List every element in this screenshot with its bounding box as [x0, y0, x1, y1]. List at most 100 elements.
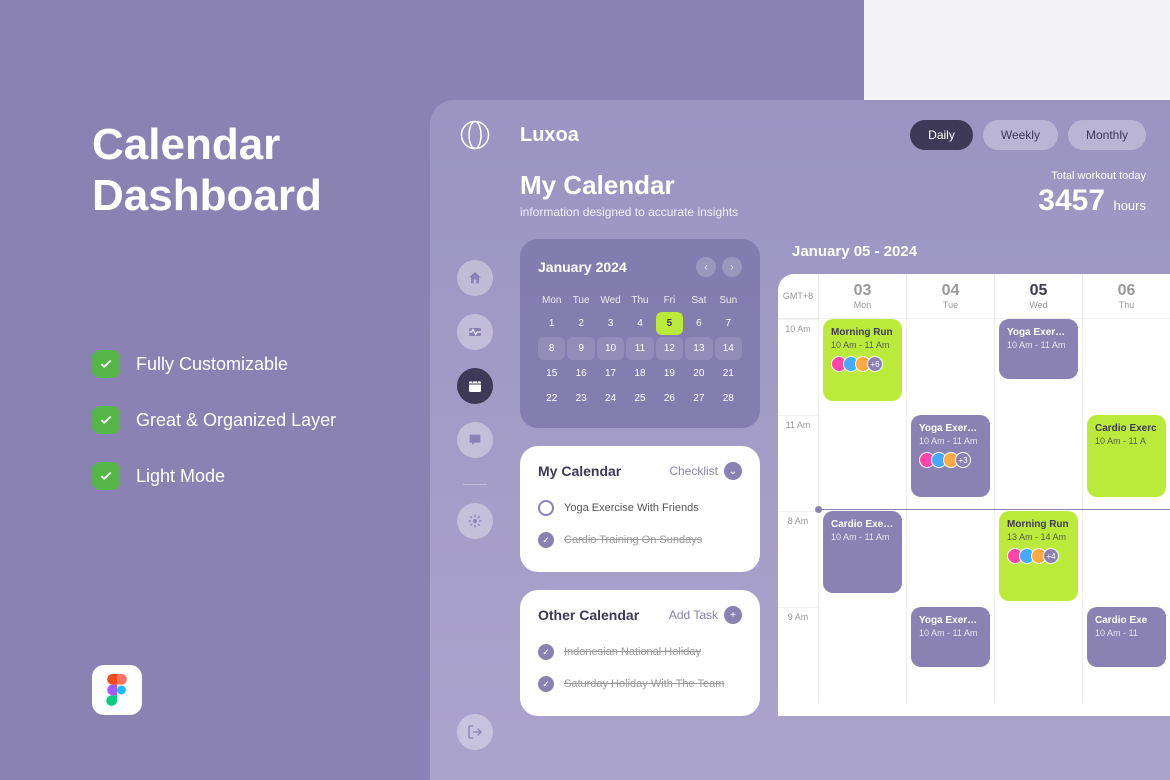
nav-home[interactable] — [457, 260, 493, 296]
sidebar — [430, 100, 520, 780]
calendar-day[interactable]: 28 — [715, 387, 742, 410]
dow-label: Thu — [626, 291, 653, 310]
event-card[interactable]: Cardio Exerc10 Am - 11 A — [1087, 415, 1166, 497]
promo-title: CalendarDashboard — [92, 120, 412, 221]
task-label: Yoga Exercise With Friends — [564, 502, 699, 514]
event-column: Yoga Exerci...10 Am - 11 Am Morning Run13… — [994, 319, 1082, 703]
calendar-day[interactable]: 11 — [626, 337, 653, 360]
calendar-day[interactable]: 22 — [538, 387, 565, 410]
nav-chat[interactable] — [457, 422, 493, 458]
tab-daily[interactable]: Daily — [910, 120, 973, 150]
calendar-day[interactable]: 12 — [656, 337, 683, 360]
other-calendar-card: Other Calendar Add Task + Indonesian Nat… — [520, 590, 760, 716]
event-card[interactable]: Morning Run13 Am - 14 Am+4 — [999, 511, 1078, 601]
feature-item: Light Mode — [92, 462, 336, 490]
day-header[interactable]: 04Tue — [906, 274, 994, 318]
task-item[interactable]: Cardio Training On Sundays — [538, 524, 742, 556]
calendar-day[interactable]: 4 — [626, 312, 653, 335]
event-card[interactable]: Yoga Exerci...10 Am - 11 Am+3 — [911, 415, 990, 497]
check-icon — [92, 462, 120, 490]
schedule-title: January 05 - 2024 — [778, 239, 1170, 274]
event-card[interactable]: Cardio Exerci...10 Am - 11 Am — [823, 511, 902, 593]
prev-month-button[interactable]: ‹ — [696, 257, 716, 277]
dow-label: Mon — [538, 291, 565, 310]
calendar-day[interactable]: 3 — [597, 312, 624, 335]
event-card[interactable]: Cardio Exe10 Am - 11 — [1087, 607, 1166, 667]
calendar-day[interactable]: 2 — [567, 312, 594, 335]
event-column: Morning Run10 Am - 11 Am+6 Cardio Exerci.… — [818, 319, 906, 703]
calendar-day[interactable]: 17 — [597, 362, 624, 385]
card-title: My Calendar — [538, 463, 621, 479]
feature-item: Great & Organized Layer — [92, 406, 336, 434]
schedule-panel: January 05 - 2024 GMT+8 03Mon04Tue05Wed0… — [778, 239, 1170, 716]
calendar-day[interactable]: 1 — [538, 312, 565, 335]
add-task-button[interactable]: Add Task + — [669, 606, 742, 624]
calendar-day[interactable]: 7 — [715, 312, 742, 335]
day-header[interactable]: 06Thu — [1082, 274, 1170, 318]
day-header[interactable]: 03Mon — [818, 274, 906, 318]
dow-label: Wed — [597, 291, 624, 310]
calendar-day[interactable]: 9 — [567, 337, 594, 360]
calendar-day[interactable]: 15 — [538, 362, 565, 385]
task-item[interactable]: Yoga Exercise With Friends — [538, 492, 742, 524]
calendar-day[interactable]: 18 — [626, 362, 653, 385]
calendar-day[interactable]: 21 — [715, 362, 742, 385]
task-label: Cardio Training On Sundays — [564, 534, 702, 546]
checklist-button[interactable]: Checklist ⌄ — [669, 462, 742, 480]
calendar-day[interactable]: 5 — [656, 312, 683, 335]
tab-weekly[interactable]: Weekly — [983, 120, 1058, 150]
task-label: Saturday Holiday With The Team — [564, 678, 724, 690]
promo-section: CalendarDashboard — [92, 120, 412, 221]
calendar-day[interactable]: 24 — [597, 387, 624, 410]
dow-label: Fri — [656, 291, 683, 310]
event-column: Cardio Exerc10 Am - 11 A Cardio Exe10 Am … — [1082, 319, 1170, 703]
calendar-day[interactable]: 25 — [626, 387, 653, 410]
calendar-day[interactable]: 23 — [567, 387, 594, 410]
figma-badge — [92, 665, 142, 715]
card-title: Other Calendar — [538, 607, 639, 623]
nav-logout[interactable] — [457, 714, 493, 750]
next-month-button[interactable]: › — [722, 257, 742, 277]
calendar-day[interactable]: 14 — [715, 337, 742, 360]
logo-icon — [460, 120, 490, 150]
view-toggle: Daily Weekly Monthly — [910, 120, 1146, 150]
task-checkbox[interactable] — [538, 676, 554, 692]
calendar-day[interactable]: 10 — [597, 337, 624, 360]
calendar-day[interactable]: 16 — [567, 362, 594, 385]
nav-activity[interactable] — [457, 314, 493, 350]
stat-unit: hours — [1113, 198, 1146, 213]
timezone-label: GMT+8 — [778, 274, 818, 318]
features-list: Fully Customizable Great & Organized Lay… — [92, 350, 336, 518]
dashboard: Luxoa Daily Weekly Monthly My Calendar i… — [430, 100, 1170, 780]
dow-label: Sun — [715, 291, 742, 310]
stats: Total workout today 3457 hours — [1038, 170, 1146, 219]
event-card[interactable]: Morning Run10 Am - 11 Am+6 — [823, 319, 902, 401]
dow-label: Sat — [685, 291, 712, 310]
task-checkbox[interactable] — [538, 644, 554, 660]
nav-calendar[interactable] — [457, 368, 493, 404]
chevron-down-icon: ⌄ — [724, 462, 742, 480]
my-calendar-card: My Calendar Checklist ⌄ Yoga Exercise Wi… — [520, 446, 760, 572]
calendar-day[interactable]: 27 — [685, 387, 712, 410]
event-column: Yoga Exerci...10 Am - 11 Am+3 Yoga Exerci… — [906, 319, 994, 703]
task-checkbox[interactable] — [538, 500, 554, 516]
feature-item: Fully Customizable — [92, 350, 336, 378]
calendar-day[interactable]: 20 — [685, 362, 712, 385]
calendar-day[interactable]: 19 — [656, 362, 683, 385]
event-card[interactable]: Yoga Exerci...10 Am - 11 Am — [999, 319, 1078, 379]
task-item[interactable]: Indonesian National Holiday — [538, 636, 742, 668]
task-item[interactable]: Saturday Holiday With The Team — [538, 668, 742, 700]
calendar-day[interactable]: 26 — [656, 387, 683, 410]
page-title: My Calendar — [520, 170, 738, 201]
page-subtitle: information designed to accurate insight… — [520, 205, 738, 219]
time-label: 9 Am — [778, 607, 818, 703]
calendar-day[interactable]: 13 — [685, 337, 712, 360]
nav-settings[interactable] — [457, 503, 493, 539]
calendar-day[interactable]: 8 — [538, 337, 565, 360]
task-checkbox[interactable] — [538, 532, 554, 548]
tab-monthly[interactable]: Monthly — [1068, 120, 1146, 150]
event-card[interactable]: Yoga Exercis...10 Am - 11 Am — [911, 607, 990, 667]
calendar-day[interactable]: 6 — [685, 312, 712, 335]
mini-calendar: January 2024 ‹ › MonTueWedThuFriSatSun12… — [520, 239, 760, 428]
day-header[interactable]: 05Wed — [994, 274, 1082, 318]
